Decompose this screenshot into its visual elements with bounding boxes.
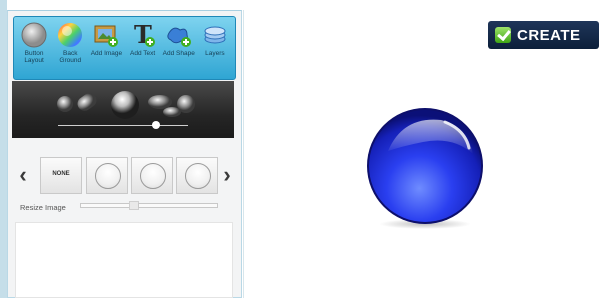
carousel-next-button[interactable]: › <box>220 163 234 187</box>
button-layout-icon <box>20 21 48 49</box>
carousel-prev-button[interactable]: ‹ <box>16 163 30 187</box>
tool-button-layout[interactable]: Button Layout <box>16 19 52 77</box>
tool-add-image[interactable]: Add Image <box>88 19 124 77</box>
style-preview-circle <box>185 163 211 189</box>
button-shape-strip <box>12 81 234 138</box>
resize-image-label: Resize Image <box>20 203 66 212</box>
add-image-icon <box>92 21 120 49</box>
style-option-2[interactable] <box>131 157 173 194</box>
style-option-1[interactable] <box>86 157 128 194</box>
none-label: NONE <box>52 171 70 177</box>
resize-track-left[interactable] <box>80 203 132 208</box>
shape-option-pill[interactable] <box>75 91 99 114</box>
checkmark-icon <box>495 27 511 43</box>
tool-label: Layers <box>205 50 225 57</box>
style-carousel: ‹ NONE › <box>16 157 240 195</box>
design-canvas[interactable]: CREATE <box>243 10 603 298</box>
tool-add-shape[interactable]: Add Shape <box>161 19 197 77</box>
background-color-icon <box>56 21 84 49</box>
create-button[interactable]: CREATE <box>488 21 599 49</box>
add-shape-icon <box>165 21 193 49</box>
tool-background[interactable]: Back Ground <box>52 19 88 77</box>
shape-option-small-round[interactable] <box>57 96 73 112</box>
style-option-3[interactable] <box>176 157 218 194</box>
tool-add-text[interactable]: T Add Text <box>125 19 161 77</box>
layers-icon <box>201 21 229 49</box>
shape-options <box>57 91 195 119</box>
tool-label: Back Ground <box>59 50 82 64</box>
add-text-icon: T <box>129 20 157 49</box>
tool-label: Button Layout <box>24 50 44 64</box>
tool-layers[interactable]: Layers <box>197 19 233 77</box>
shape-option-large-round[interactable] <box>111 91 139 119</box>
style-preview-circle <box>140 163 166 189</box>
tool-label: Add Shape <box>162 50 195 57</box>
resize-track-right[interactable] <box>138 203 218 208</box>
button-preview-orb[interactable] <box>363 106 487 230</box>
style-preview-circle <box>95 163 121 189</box>
tool-label: Add Image <box>90 50 123 57</box>
shape-option-lozenge[interactable] <box>148 95 172 109</box>
tool-label: Add Text <box>130 50 156 57</box>
style-option-none[interactable]: NONE <box>40 157 82 194</box>
resize-image-row: Resize Image <box>12 201 234 213</box>
shape-slider-track[interactable] <box>58 125 188 126</box>
shape-slider-knob[interactable] <box>151 121 160 129</box>
tool-toolbar: Button Layout Back Ground Add Image T Ad… <box>13 16 236 80</box>
properties-panel <box>15 222 233 298</box>
app-window: Button Layout Back Ground Add Image T Ad… <box>0 0 603 298</box>
create-label: CREATE <box>517 26 581 44</box>
shape-option-sphere[interactable] <box>177 95 195 113</box>
